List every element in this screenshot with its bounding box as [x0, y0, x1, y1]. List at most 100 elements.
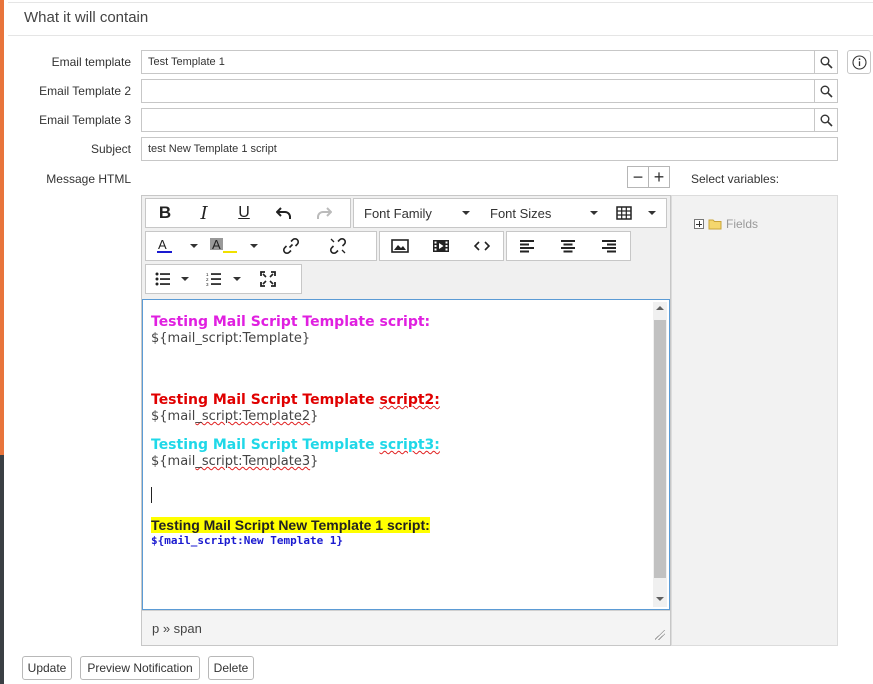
chevron-down-icon	[233, 277, 241, 281]
align-center-icon[interactable]	[547, 232, 589, 260]
content-code-2-suffix: }	[310, 409, 319, 424]
message-html-label: Message HTML	[46, 172, 131, 186]
numbered-list-dropdown[interactable]	[226, 265, 248, 293]
content-heading-2-prefix: Testing Mail Script Template	[151, 392, 380, 408]
numbered-list-icon[interactable]: 123	[196, 265, 226, 293]
text-color-icon[interactable]: A	[146, 232, 184, 260]
redo-icon[interactable]	[304, 199, 344, 227]
font-sizes-dropdown[interactable]: Font Sizes	[480, 199, 608, 227]
email-template3-input[interactable]	[141, 108, 815, 132]
bullet-list-dropdown[interactable]	[174, 265, 196, 293]
editor-content-area[interactable]: Testing Mail Script Template script: ${m…	[142, 299, 670, 610]
font-button-group: Font Family Font Sizes	[353, 198, 667, 228]
undo-icon[interactable]	[264, 199, 304, 227]
rich-text-editor: B I U Font Family Font Sizes A A 1 2 3 T…	[141, 195, 671, 646]
update-button[interactable]: Update	[22, 656, 72, 680]
left-accent-stripe	[0, 0, 4, 455]
align-left-icon[interactable]	[507, 232, 547, 260]
link-icon[interactable]	[264, 232, 318, 260]
font-family-dropdown[interactable]: Font Family	[354, 199, 480, 227]
chevron-down-icon	[250, 244, 258, 248]
section-divider	[8, 35, 873, 36]
content-code-2-prefix: ${mail	[151, 409, 196, 424]
svg-text:A: A	[212, 237, 221, 252]
content-code-3: ${mail_script:Template3}	[151, 454, 318, 469]
expand-icon[interactable]	[694, 219, 704, 229]
search-icon	[820, 85, 833, 98]
text-color-dropdown[interactable]	[184, 232, 204, 260]
font-sizes-label: Font Sizes	[490, 205, 552, 221]
font-family-label: Font Family	[364, 205, 432, 221]
content-heading-4: Testing Mail Script New Template 1 scrip…	[151, 517, 430, 533]
scroll-up-icon[interactable]	[656, 306, 664, 310]
editor-scrollbar[interactable]	[653, 302, 667, 607]
content-code-3-prefix: ${mail	[151, 454, 196, 469]
top-divider	[8, 2, 873, 3]
bullet-list-icon[interactable]	[146, 265, 174, 293]
content-code-1: ${mail_script:Template}	[151, 331, 311, 346]
highlight-color-dropdown[interactable]	[244, 232, 264, 260]
format-button-group: B I U	[145, 198, 351, 228]
plus-icon[interactable]: +	[648, 166, 670, 188]
align-right-icon[interactable]	[589, 232, 629, 260]
search-icon	[820, 114, 833, 127]
highlight-color-icon[interactable]: A	[204, 232, 244, 260]
content-code-2-word: _script:Template2	[195, 409, 311, 424]
element-path[interactable]: p » span	[152, 621, 202, 636]
chevron-down-icon	[190, 244, 198, 248]
editor-statusbar: p » span	[142, 610, 670, 645]
svg-text:3: 3	[206, 282, 209, 286]
scrollbar-thumb[interactable]	[654, 320, 666, 578]
email-template-input[interactable]: Test Template 1	[141, 50, 815, 74]
info-icon	[851, 54, 867, 70]
code-icon[interactable]	[462, 232, 502, 260]
minus-icon[interactable]: −	[627, 166, 649, 188]
content-code-3-suffix: }	[310, 454, 319, 469]
info-button[interactable]	[847, 50, 871, 74]
email-template2-label: Email Template 2	[39, 84, 131, 98]
fullscreen-icon[interactable]	[248, 265, 288, 293]
email-template2-lookup-button[interactable]	[814, 79, 838, 103]
svg-text:A: A	[158, 237, 167, 252]
editor-size-controls: − +	[627, 166, 670, 188]
chevron-down-icon	[648, 211, 656, 215]
email-template3-lookup-button[interactable]	[814, 108, 838, 132]
resize-handle-icon[interactable]	[655, 630, 665, 640]
content-heading-2: Testing Mail Script Template script2:	[151, 392, 440, 408]
image-icon[interactable]	[380, 232, 420, 260]
bold-icon[interactable]: B	[146, 199, 184, 227]
email-template3-label: Email Template 3	[39, 113, 131, 127]
tree-node-fields[interactable]: Fields	[694, 217, 758, 231]
delete-button[interactable]: Delete	[208, 656, 254, 680]
subject-input[interactable]: test New Template 1 script	[141, 137, 838, 161]
section-title: What it will contain	[24, 9, 149, 26]
list-button-group: 123	[145, 264, 302, 294]
content-code-3-word: _script:Template3	[195, 454, 311, 469]
chevron-down-icon	[462, 211, 470, 215]
variables-panel: Fields	[671, 195, 838, 646]
table-dropdown[interactable]	[608, 199, 664, 227]
content-code-4: ${mail_script:New Template 1}	[151, 534, 344, 547]
email-template-lookup-button[interactable]	[814, 50, 838, 74]
italic-icon[interactable]: I	[184, 199, 224, 227]
select-variables-label: Select variables:	[691, 172, 780, 186]
content-heading-3-word: script3:	[379, 437, 440, 453]
folder-icon	[708, 219, 722, 230]
content-heading-2-word: script2:	[379, 392, 440, 408]
email-template-label: Email template	[51, 55, 131, 69]
scroll-down-icon[interactable]	[656, 597, 664, 601]
content-heading-3: Testing Mail Script Template script3:	[151, 437, 440, 453]
content-code-2: ${mail_script:Template2}	[151, 409, 318, 424]
underline-icon[interactable]: U	[224, 199, 264, 227]
chevron-down-icon	[590, 211, 598, 215]
chevron-down-icon	[181, 277, 189, 281]
align-button-group	[506, 231, 631, 261]
preview-notification-button[interactable]: Preview Notification	[80, 656, 200, 680]
content-heading-1: Testing Mail Script Template script:	[151, 314, 431, 330]
email-template2-input[interactable]	[141, 79, 815, 103]
unlink-icon[interactable]	[318, 232, 358, 260]
color-link-button-group: A A	[145, 231, 377, 261]
media-icon[interactable]	[420, 232, 462, 260]
media-button-group	[379, 231, 504, 261]
left-dark-stripe	[0, 455, 4, 684]
